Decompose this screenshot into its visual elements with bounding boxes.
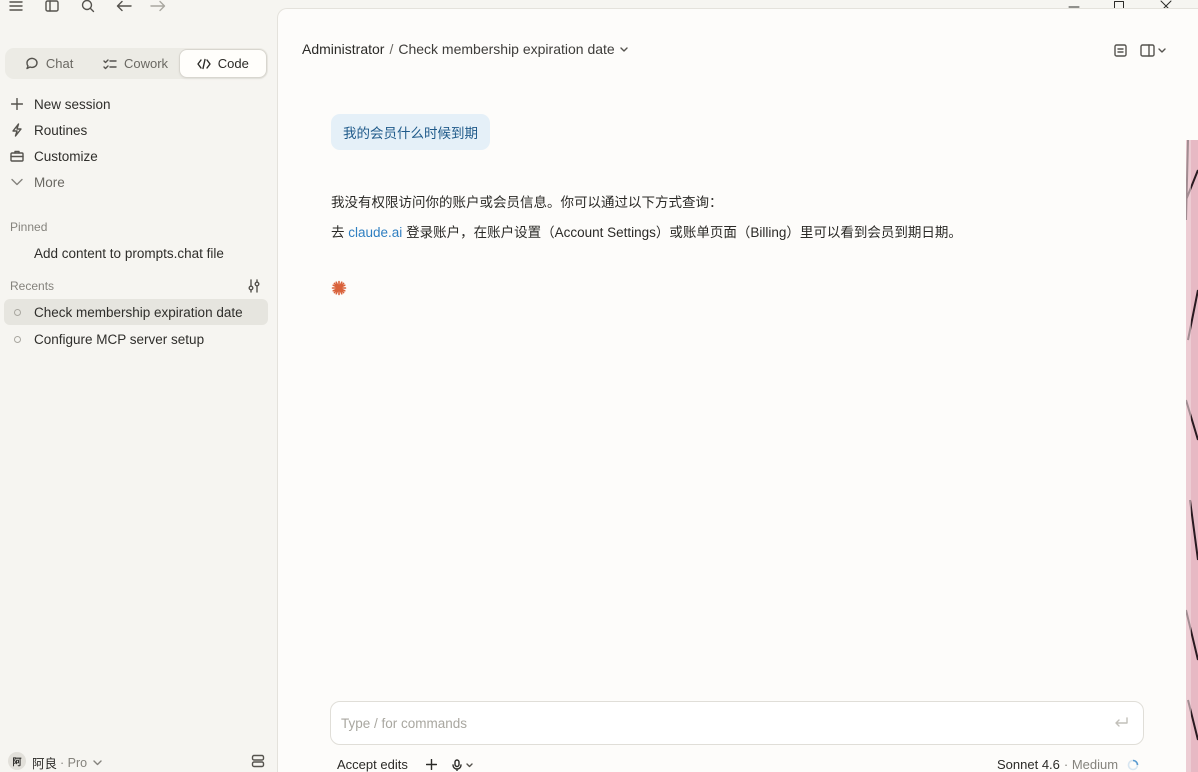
send-enter-icon[interactable] [1113,715,1129,731]
recent-item-label: Configure MCP server setup [34,331,205,347]
text-prefix: 去 [331,225,349,240]
nav-label: Routines [34,122,88,138]
notes-icon[interactable] [1111,41,1129,59]
sidebar: Chat Cowork Code New session Routines Cu… [0,40,276,772]
pinned-item-label: Add content to prompts.chat file [34,245,224,261]
desktop-background-edge [1186,140,1198,772]
prompt-composer [330,701,1144,745]
mode-switcher: Chat Cowork Code [5,48,268,79]
user-message: 我的会员什么时候到期 [331,114,490,150]
search-icon[interactable] [79,0,97,15]
microphone-button[interactable] [452,759,473,771]
breadcrumb-separator: / [389,41,394,57]
account-footer: 阿 阿良 · Pro [0,750,276,772]
recent-item-check-membership[interactable]: Check membership expiration date [4,299,268,325]
chevron-down-icon [93,759,102,766]
account-menu-button[interactable]: 阿良 · Pro [32,753,102,772]
nav-label: More [34,174,65,190]
accept-edits-button[interactable]: Accept edits [337,757,408,772]
status-dot-icon [14,335,21,343]
progress-spinner-icon [1127,759,1139,771]
assistant-message-line: 我没有权限访问你的账户或会员信息。你可以通过以下方式查询： [331,195,723,210]
tab-cowork[interactable]: Cowork [92,49,178,78]
plan-badge: · Pro [60,755,88,770]
assistant-message-line: 去 claude.ai 登录账户，在账户设置（Account Settings）… [331,221,962,241]
pinned-item[interactable]: Add content to prompts.chat file [4,240,268,266]
tab-label: Chat [45,56,74,71]
sidebar-item-routines[interactable]: Routines [10,119,87,141]
layout-grid-icon[interactable] [251,754,265,768]
code-icon [197,58,211,70]
briefcase-icon [10,149,24,163]
tab-chat[interactable]: Chat [6,49,92,78]
recents-heading: Recents [10,279,55,293]
chevron-down-icon [466,762,473,768]
filter-sliders-icon[interactable] [247,279,261,293]
chevron-down-icon [10,175,24,189]
sidebar-toggle-icon[interactable] [43,0,61,15]
text-suffix: 登录账户，在账户设置（Account Settings）或账单页面（Billin… [402,225,962,240]
accept-edits-label: Accept edits [337,757,408,772]
chevron-down-icon[interactable] [620,46,628,52]
avatar[interactable]: 阿 [8,752,26,770]
effort-level: · Medium [1063,757,1119,772]
claude-ai-link[interactable]: claude.ai [348,225,402,240]
new-session-button[interactable]: New session [10,93,111,115]
model-name: Sonnet 4.6 [997,757,1060,772]
menu-icon[interactable] [7,0,25,15]
add-attachment-button[interactable] [426,759,437,770]
pinned-heading: Pinned [10,220,48,234]
plus-icon [426,759,437,770]
microphone-icon [452,759,462,771]
sidebar-item-customize[interactable]: Customize [10,145,98,167]
main-panel: Administrator / Check membership expirat… [277,8,1198,772]
back-arrow-icon[interactable] [115,0,133,15]
tab-code[interactable]: Code [178,49,267,78]
composer-toolbar: Accept edits Sonnet 4.6 · Medium [330,755,1144,772]
spark-loading-icon [331,280,347,296]
tab-label: Cowork [123,56,169,71]
lightning-icon [10,123,24,137]
sidebar-item-more[interactable]: More [10,171,65,193]
status-dot-icon [14,308,21,316]
model-selector[interactable]: Sonnet 4.6 · Medium [997,757,1118,772]
nav-label: New session [34,96,111,112]
session-title[interactable]: Check membership expiration date [398,41,614,57]
tab-label: Code [217,56,249,71]
recent-item-label: Check membership expiration date [34,304,243,320]
breadcrumb: Administrator / Check membership expirat… [302,41,628,57]
recent-item-configure-mcp[interactable]: Configure MCP server setup [4,326,268,352]
checklist-icon [103,58,117,70]
forward-arrow-icon[interactable] [149,0,167,15]
panel-layout-icon[interactable] [1140,41,1168,59]
user-name: 阿良 [32,757,58,771]
plus-icon [10,97,24,111]
breadcrumb-root[interactable]: Administrator [302,41,384,57]
chat-bubble-icon [25,57,39,70]
prompt-input[interactable] [341,712,1081,734]
nav-label: Customize [34,148,98,164]
